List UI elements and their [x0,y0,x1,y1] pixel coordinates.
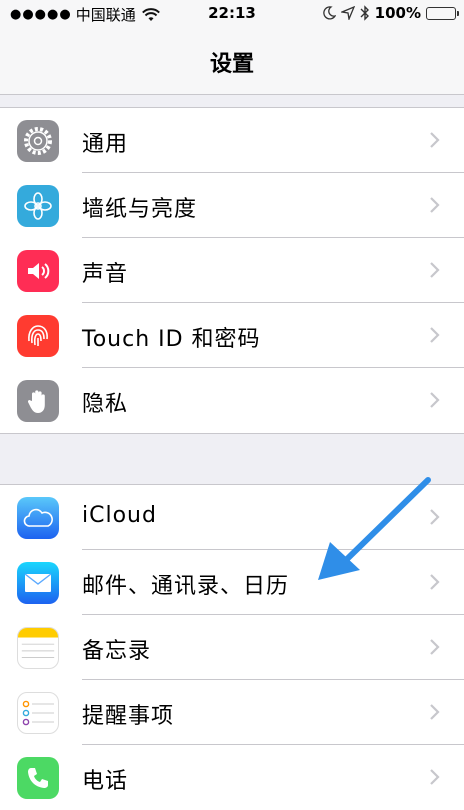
mail-icon [17,562,59,604]
fingerprint-icon [17,315,59,357]
chevron-right-icon [430,704,440,720]
settings-row-sounds[interactable]: 声音 [0,238,464,303]
page-title: 设置 [209,52,254,77]
reminders-icon [17,692,59,734]
chevron-right-icon [430,327,440,343]
moon-icon [322,6,336,20]
navigation-bar: 设置 [0,28,464,95]
settings-row-label: 邮件、通讯录、日历 [82,574,290,599]
gear-icon [17,120,59,162]
notes-icon [17,627,59,669]
annotation-arrow-icon [318,477,431,580]
chevron-right-icon [430,769,440,785]
settings-row-reminders[interactable]: 提醒事项 [0,680,464,745]
phone-icon [17,757,59,799]
settings-row-label: 备忘录 [82,639,152,664]
flower-icon [17,185,59,227]
settings-row-touch-id[interactable]: Touch ID 和密码 [0,303,464,368]
settings-group-1: 通用 墙纸与亮度 声音 Touch ID 和密码 隐私 [0,107,464,434]
settings-row-label: 通用 [82,132,129,157]
settings-row-label: 电话 [82,769,129,794]
location-icon [340,6,355,20]
hand-icon [17,380,59,422]
chevron-right-icon [430,197,440,213]
battery-percent: 100% [374,4,421,22]
settings-row-label: 墙纸与亮度 [82,197,198,222]
battery-icon [426,6,459,20]
settings-row-notes[interactable]: 备忘录 [0,615,464,680]
chevron-right-icon [430,392,440,408]
settings-row-phone[interactable]: 电话 [0,745,464,810]
settings-row-label: 声音 [82,262,129,287]
cloud-icon [17,497,59,539]
settings-row-label: iCloud [82,503,157,528]
bluetooth-icon [360,5,369,21]
settings-row-label: Touch ID 和密码 [82,327,261,352]
settings-row-label: 提醒事项 [82,704,175,729]
settings-row-label: 隐私 [82,392,129,417]
chevron-right-icon [430,639,440,655]
settings-row-general[interactable]: 通用 [0,108,464,173]
settings-row-privacy[interactable]: 隐私 [0,368,464,433]
settings-row-wallpaper[interactable]: 墙纸与亮度 [0,173,464,238]
chevron-right-icon [430,132,440,148]
chevron-right-icon [430,262,440,278]
status-bar: ●●●●● 中国联通 22:13 100% [0,0,464,28]
speaker-icon [17,250,59,292]
